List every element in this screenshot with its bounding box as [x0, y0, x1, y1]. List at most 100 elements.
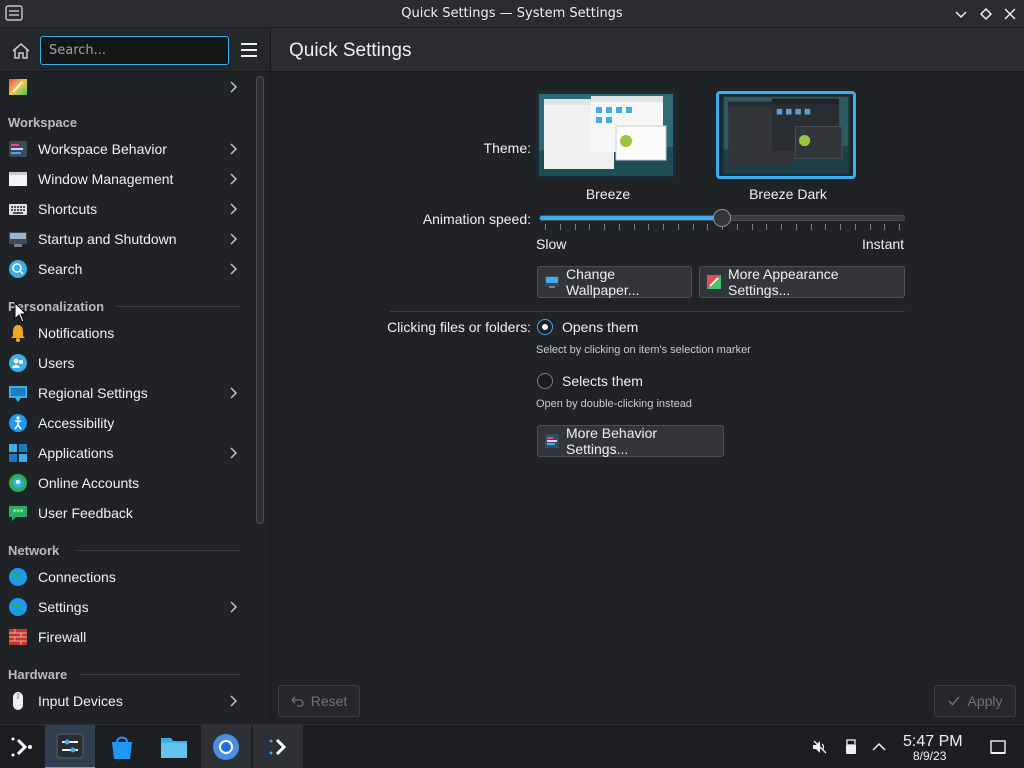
selects-them-label[interactable]: Selects them: [562, 373, 643, 389]
taskbar-steam-return[interactable]: [253, 725, 303, 768]
reset-button[interactable]: Reset: [278, 685, 360, 717]
show-desktop-icon[interactable]: [989, 738, 1007, 756]
section-divider: [116, 306, 240, 307]
sidebar-item-label: Workspace Behavior: [38, 141, 167, 157]
appearance-icon: [9, 79, 27, 95]
sidebar-scrollbar[interactable]: [256, 76, 264, 524]
slider-tick: [825, 224, 827, 230]
sidebar-item-label: Shortcuts: [38, 201, 98, 217]
slider-tick: [854, 224, 856, 230]
taskbar-file-manager[interactable]: [149, 725, 199, 768]
slider-tick: [781, 224, 782, 230]
section-title-workspace: Workspace: [8, 115, 78, 130]
mouse-icon: [13, 692, 23, 710]
sidebar-item-label: Accessibility: [38, 415, 115, 431]
mouse-cursor-icon: [14, 302, 28, 323]
maximize-icon[interactable]: [977, 5, 995, 23]
sidebar-item-network-settings[interactable]: Settings: [0, 592, 249, 622]
theme-label: Theme:: [483, 140, 531, 156]
slider-tick: [604, 224, 605, 230]
opens-them-label[interactable]: Opens them: [562, 319, 638, 335]
sidebar-item-online-accounts[interactable]: Online Accounts: [0, 468, 249, 498]
launcher-icon: [11, 737, 32, 757]
keyboard-icon: [9, 204, 27, 215]
taskbar-system-settings[interactable]: [45, 725, 95, 768]
search-input[interactable]: [40, 36, 229, 65]
theme-name-breeze-dark: Breeze Dark: [749, 186, 827, 202]
title-bar: Quick Settings — System Settings: [0, 0, 1024, 28]
sidebar-item-regional-settings[interactable]: Regional Settings: [0, 378, 249, 408]
folder-icon: [161, 738, 187, 758]
slider-tick: [840, 224, 841, 230]
slider-handle[interactable]: [713, 209, 731, 227]
sidebar-item-label: Search: [38, 261, 83, 277]
slider-tick: [545, 224, 546, 230]
globe-settings-icon: [9, 598, 27, 616]
slider-tick: [574, 224, 576, 230]
feedback-icon: ***: [9, 506, 27, 521]
sidebar-item-startup-shutdown[interactable]: Startup and Shutdown: [0, 224, 249, 254]
sidebar-toolbar: [0, 28, 270, 72]
radio-opens-them[interactable]: [537, 319, 553, 335]
minimize-icon[interactable]: [952, 5, 970, 23]
theme-thumb-breeze[interactable]: [536, 91, 676, 179]
chevron-right-icon: [230, 387, 237, 399]
window-title: Quick Settings — System Settings: [401, 6, 623, 21]
sidebar-item-connections[interactable]: Connections: [0, 562, 249, 592]
more-appearance-settings-button[interactable]: More Appearance Settings...: [699, 266, 905, 298]
usb-device-icon[interactable]: [842, 738, 860, 756]
hamburger-menu-icon[interactable]: [238, 40, 260, 60]
sidebar-item-input-devices[interactable]: Input Devices: [0, 686, 249, 716]
chevron-right-icon: [230, 233, 237, 245]
sidebar-item-users[interactable]: Users: [0, 348, 249, 378]
theme-name-breeze: Breeze: [585, 186, 631, 202]
taskbar-chromium[interactable]: [201, 725, 251, 768]
breeze-preview-icon: [536, 91, 676, 179]
sidebar-item-accessibility[interactable]: Accessibility: [0, 408, 249, 438]
sidebar-item-workspace-behavior[interactable]: Workspace Behavior: [0, 134, 249, 164]
regional-icon: [9, 386, 27, 402]
slider-tick: [751, 224, 753, 230]
section-separator: [390, 311, 905, 312]
workspace-behavior-icon: [9, 141, 27, 157]
change-wallpaper-button[interactable]: Change Wallpaper...: [537, 266, 692, 298]
sidebar-item-shortcuts[interactable]: Shortcuts: [0, 194, 249, 224]
change-wallpaper-label: Change Wallpaper...: [566, 266, 640, 298]
sidebar-item-applications[interactable]: Applications: [0, 438, 249, 468]
theme-thumb-breeze-dark[interactable]: [716, 91, 856, 179]
online-accounts-icon: [9, 474, 27, 492]
startup-icon: [9, 232, 27, 247]
animation-slow-label: Slow: [536, 236, 567, 252]
slider-tick: [766, 224, 768, 230]
sidebar-item-label: Window Management: [38, 171, 174, 187]
sidebar-item-appearance[interactable]: [0, 72, 249, 102]
slider-tick: [736, 224, 738, 230]
clock-date[interactable]: 8/9/23: [913, 749, 946, 763]
sidebar-item-firewall[interactable]: Firewall: [0, 622, 249, 652]
section-title-hardware: Hardware: [8, 667, 68, 682]
app-launcher-button[interactable]: [0, 725, 44, 768]
more-behavior-settings-button[interactable]: More Behavior Settings...: [537, 425, 724, 457]
volume-muted-icon[interactable]: [811, 738, 829, 756]
chevron-right-icon: [230, 601, 237, 613]
taskbar: 5:47 PM 8/9/23: [0, 724, 1024, 768]
slider-tick: [810, 224, 812, 230]
chevron-up-icon[interactable]: [870, 738, 888, 756]
apply-label: Apply: [967, 693, 1003, 709]
sidebar-item-label: Applications: [38, 445, 114, 461]
wallpaper-icon: [545, 276, 559, 288]
section-divider: [80, 674, 240, 675]
taskbar-discover[interactable]: [97, 725, 147, 768]
section-divider: [76, 550, 240, 551]
sidebar-item-window-management[interactable]: Window Management: [0, 164, 249, 194]
apply-button[interactable]: Apply: [934, 685, 1016, 717]
close-icon[interactable]: [1001, 5, 1019, 23]
sidebar-item-user-feedback[interactable]: *** User Feedback: [0, 498, 249, 528]
radio-selects-them[interactable]: [537, 373, 553, 389]
slider-tick: [692, 224, 694, 230]
chevron-right-icon: [230, 695, 237, 707]
home-icon[interactable]: [10, 40, 32, 62]
clicking-files-label: Clicking files or folders:: [387, 319, 531, 335]
sidebar-item-search[interactable]: Search: [0, 254, 249, 284]
sidebar-item-notifications[interactable]: Notifications: [0, 318, 249, 348]
